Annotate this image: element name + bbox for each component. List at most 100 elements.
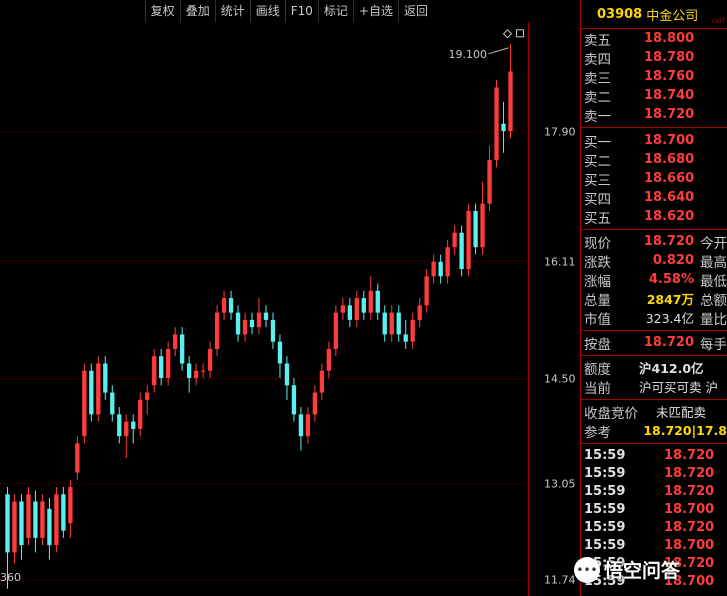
divider <box>581 229 727 230</box>
candle-body <box>445 247 450 277</box>
order-label: 卖四 <box>584 51 611 68</box>
order-label: 卖二 <box>584 89 611 106</box>
add-watchlist-button[interactable]: +自选 <box>352 0 398 22</box>
stock-title: 03908 中金公司 GGT <box>581 0 727 28</box>
tick-price: 18.720 <box>664 465 715 481</box>
sell-level-5: 卖五 18.800 <box>581 29 727 49</box>
buy-level-1: 买一 18.700 <box>581 131 727 151</box>
restore-rights-button[interactable]: 复权 <box>144 0 180 22</box>
auction-row: 收盘竞价 未匹配卖 <box>581 402 727 422</box>
high-price-label: 19.100 <box>449 48 488 61</box>
sell-level-3: 卖三 18.760 <box>581 67 727 87</box>
candle-body <box>242 319 248 335</box>
candle-body <box>117 414 122 437</box>
order-price: 18.720 <box>644 107 695 122</box>
candle-body <box>347 305 352 320</box>
statistics-button[interactable]: 统计 <box>214 0 250 22</box>
candle-body <box>131 421 136 429</box>
square-marker-icon <box>516 29 525 38</box>
candle-body <box>487 160 492 204</box>
candle-body <box>298 414 304 437</box>
change-row: 涨跌 0.820 最高 <box>581 251 727 271</box>
overlay-button[interactable]: 叠加 <box>179 0 215 22</box>
stat-label: 市值 <box>584 311 611 328</box>
f10-button[interactable]: F10 <box>284 0 318 22</box>
candle-body <box>459 232 464 270</box>
order-price: 18.620 <box>644 209 695 224</box>
candle-body <box>40 501 45 538</box>
tick-price: 18.720 <box>664 447 715 463</box>
sell-order-book: 卖五 18.800 卖四 18.780 卖三 18.760 卖二 18.740 卖一 18… <box>581 29 727 125</box>
market-cap: 323.4亿 <box>645 311 694 326</box>
candle-body <box>19 501 24 546</box>
divider <box>581 399 727 400</box>
candle-body <box>466 210 471 270</box>
y-tick-label: 13.05 <box>544 478 576 491</box>
tick-time: 15:59 <box>584 537 626 553</box>
lot-row: 按盘 18.720 每手 <box>581 333 727 353</box>
tick-row: 15:59 18.700 <box>581 536 727 554</box>
candle-body <box>424 276 429 306</box>
candle-body <box>326 348 332 371</box>
stat-extra-label: 量比 <box>700 311 727 328</box>
stat-extra-label: 总额 <box>700 292 727 309</box>
tick-price: 18.720 <box>664 483 715 499</box>
mark-button[interactable]: 标记 <box>317 0 353 22</box>
candle-body <box>312 392 318 415</box>
candle-body <box>138 399 143 429</box>
candle-body <box>473 210 478 248</box>
kline-chart-area[interactable]: 17.90 16.11 14.50 13.05 11.74 19.100 360 复权 叠加… <box>0 0 580 596</box>
kline-chart[interactable]: 17.90 16.11 14.50 13.05 11.74 19.100 360 <box>0 0 580 596</box>
stat-extra-label: 最高 <box>700 254 727 271</box>
candle-body <box>249 319 255 328</box>
candle-body <box>256 312 262 328</box>
candle-body <box>96 363 101 415</box>
lot-price: 18.720 <box>643 335 694 350</box>
candle-body <box>159 356 164 379</box>
tick-row: 15:59 18.700 <box>581 500 727 518</box>
candle-body <box>396 312 401 335</box>
candle-body <box>12 501 17 553</box>
candle-body <box>375 290 380 313</box>
tick-row: 15:59 18.720 <box>581 518 727 536</box>
candle-body <box>186 363 192 379</box>
draw-line-button[interactable]: 画线 <box>249 0 285 22</box>
candle-body <box>207 348 213 371</box>
watermark: ••• 悟空问答 <box>574 556 680 583</box>
stat-label: 涨幅 <box>584 273 611 290</box>
candle-body <box>452 232 457 248</box>
candle-body <box>403 334 408 342</box>
order-label: 买四 <box>584 191 611 208</box>
candle-body <box>221 298 227 313</box>
order-price: 18.760 <box>644 69 695 84</box>
candle-body <box>340 305 346 313</box>
ggt-badge: GGT <box>712 18 725 25</box>
tick-time: 15:59 <box>584 501 626 517</box>
candle-body <box>172 334 178 349</box>
candle-body <box>75 443 80 473</box>
candle-body <box>368 290 373 313</box>
y-tick-label: 11.74 <box>544 574 576 587</box>
current-price-row: 现价 18.720 今开 <box>581 232 727 252</box>
candle-body <box>193 370 199 379</box>
watermark-text: 悟空问答 <box>604 560 681 582</box>
buy-level-3: 买三 18.660 <box>581 169 727 189</box>
candle-body <box>361 298 366 313</box>
volume-row: 总量 2847万 总额 <box>581 289 727 309</box>
candle-body <box>124 421 129 437</box>
tick-time: 15:59 <box>584 519 626 535</box>
quota-row: 额度 沪412.0亿 <box>581 358 727 378</box>
tick-row: 15:59 18.720 <box>581 464 727 482</box>
candle-body <box>333 312 339 349</box>
diamond-marker-icon <box>502 29 513 39</box>
candle-body <box>33 501 38 538</box>
order-price: 18.640 <box>644 190 695 205</box>
reference-row: 参考 18.720|17.8 <box>581 421 727 441</box>
candle-body <box>438 261 443 277</box>
candle-body <box>263 312 269 320</box>
candle-body <box>410 319 415 342</box>
auction-status: 未匹配卖 <box>656 405 707 420</box>
back-button[interactable]: 返回 <box>397 0 433 22</box>
divider <box>581 443 727 444</box>
order-label: 卖五 <box>584 32 611 49</box>
